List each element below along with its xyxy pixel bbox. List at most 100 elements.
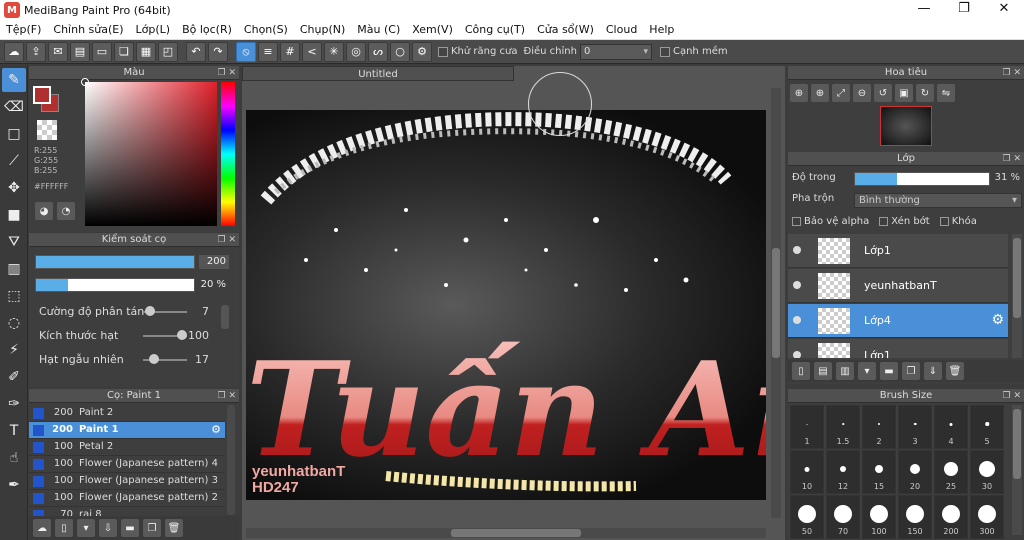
duplicate-layer-icon[interactable]: ❐ [902, 362, 920, 380]
blend-mode-select[interactable]: Bình thường [854, 193, 1022, 208]
snap-curve-icon[interactable]: ᔕ [368, 41, 388, 62]
brush-size-cell[interactable]: 15 [862, 450, 896, 494]
eraser-tool-icon[interactable]: ⌫ [2, 95, 26, 119]
gear-icon[interactable]: ⚙ [991, 312, 1004, 328]
brush-size-cell[interactable]: 25 [934, 450, 968, 494]
upload-icon[interactable]: ⇪ [26, 41, 46, 62]
brush-list-item[interactable]: 200 Paint 2 [29, 405, 225, 422]
snap-parallel-icon[interactable]: ≡ [258, 41, 278, 62]
layer-item[interactable]: Lớp4 ⚙ [788, 304, 1008, 338]
eye-icon[interactable] [793, 281, 801, 289]
select-tool-icon[interactable]: ⬚ [2, 284, 26, 308]
brush-size-cell[interactable]: 12 [826, 450, 860, 494]
rotate-right-icon[interactable]: ↻ [916, 84, 934, 102]
menu-edit[interactable]: Chỉnh sửa(E) [47, 23, 129, 36]
folder-icon[interactable]: ▬ [121, 519, 139, 537]
brush-list-item[interactable]: 100 Flower (Japanese pattern) 3 [29, 473, 225, 490]
menu-help[interactable]: Help [643, 23, 680, 36]
brush-size-cell[interactable]: 2 [862, 405, 896, 449]
menu-file[interactable]: Tệp(F) [0, 23, 47, 36]
select-pen-tool-icon[interactable]: ✐ [2, 365, 26, 389]
settings-icon[interactable]: ⚙ [412, 41, 432, 62]
snap-off-icon[interactable]: ⦸ [236, 41, 256, 62]
new-brush-icon[interactable]: ▯ [55, 519, 73, 537]
new-layer-icon[interactable]: ▯ [792, 362, 810, 380]
layer-folder-icon[interactable]: ▬ [880, 362, 898, 380]
panel-close-icon[interactable]: ❐ ✕ [218, 233, 236, 247]
brush-size-cell[interactable]: 300 [970, 495, 1004, 539]
comment-icon[interactable]: ✉ [48, 41, 68, 62]
param-scatter[interactable]: Cường độ phân tán 7 [39, 305, 209, 319]
close-button[interactable]: ✕ [984, 0, 1024, 20]
layer-scrollbar[interactable] [1012, 234, 1022, 358]
new-halftone-layer-icon[interactable]: ▤ [814, 362, 832, 380]
menu-view[interactable]: Xem(V) [406, 23, 459, 36]
text-tool-icon[interactable]: T [2, 419, 26, 443]
edge-checkbox[interactable] [659, 46, 670, 57]
gear-icon[interactable]: ⚙ [211, 423, 221, 436]
adjust-select[interactable]: 0 [579, 43, 652, 60]
brush-size-cell[interactable]: 1 [790, 405, 824, 449]
brush-size-slider[interactable]: 200 [35, 255, 229, 271]
sv-cursor[interactable] [81, 78, 89, 86]
brush-size-cell[interactable]: 200 [934, 495, 968, 539]
menu-window[interactable]: Cửa sổ(W) [531, 23, 600, 36]
hue-slider[interactable] [221, 82, 235, 226]
menu-select[interactable]: Chọn(S) [238, 23, 294, 36]
shapes-icon[interactable]: ◰ [158, 41, 178, 62]
navigator-thumbnail[interactable] [880, 106, 932, 146]
artwork-canvas[interactable]: Tuấn Anh yeunhatbanT HD247 [246, 110, 766, 500]
magic-wand-tool-icon[interactable]: ⚡ [2, 338, 26, 362]
lasso-tool-icon[interactable]: ◌ [2, 311, 26, 335]
fit-icon[interactable]: ⤢ [832, 84, 850, 102]
brush-control-scrollbar[interactable] [221, 305, 229, 329]
new-8bit-layer-icon[interactable]: ▥ [836, 362, 854, 380]
bucket-tool-icon[interactable]: ⛛ [2, 230, 26, 254]
eyedropper-tool-icon[interactable]: ✒ [2, 473, 26, 497]
page-icon[interactable]: ▭ [92, 41, 112, 62]
duplicate-icon[interactable]: ❐ [143, 519, 161, 537]
brush-size-cell[interactable]: 4 [934, 405, 968, 449]
zoom-out-icon[interactable]: ⊖ [853, 84, 871, 102]
add-brush-menu-icon[interactable]: ▾ [77, 519, 95, 537]
snap-circle-icon[interactable]: ◎ [346, 41, 366, 62]
eye-icon[interactable] [793, 316, 801, 324]
param-particle-size[interactable]: Kích thước hạt 100 [39, 329, 209, 343]
panel-close-icon[interactable]: ❐ ✕ [1003, 66, 1021, 80]
brush-size-cell[interactable]: 50 [790, 495, 824, 539]
param-knob[interactable] [148, 354, 159, 364]
brush-list-item[interactable]: 100 Flower (Japanese pattern) 4 [29, 456, 225, 473]
snap-perspective-icon[interactable]: < [302, 41, 322, 62]
saturation-value-picker[interactable] [85, 82, 217, 226]
brush-list-item[interactable]: 200 Paint 1 ⚙ [29, 422, 225, 439]
brush-tool-icon[interactable]: ✎ [2, 68, 26, 92]
protect-alpha-checkbox[interactable]: Bảo vệ alpha [792, 216, 869, 230]
transparent-swatch[interactable] [37, 120, 57, 140]
rotate-left-icon[interactable]: ↺ [874, 84, 892, 102]
layer-opacity-row[interactable]: Độ trong 31 % [792, 172, 1020, 186]
merge-down-icon[interactable]: ⇓ [924, 362, 942, 380]
brush-list-item[interactable]: 100 Flower (Japanese pattern) 2 [29, 490, 225, 507]
foreground-color-swatch[interactable] [33, 86, 51, 104]
brush-size-cell[interactable]: 10 [790, 450, 824, 494]
brush-size-cell[interactable]: 5 [970, 405, 1004, 449]
brush-size-cell[interactable]: 20 [898, 450, 932, 494]
eye-icon[interactable] [793, 246, 801, 254]
cloud-brush-icon[interactable]: ☁ [33, 519, 51, 537]
canvas-vertical-scrollbar[interactable] [771, 88, 781, 518]
layer-item[interactable]: Lớp1 [788, 339, 1008, 358]
brush-size-cell[interactable]: 100 [862, 495, 896, 539]
clipping-checkbox[interactable]: Xén bớt [879, 216, 930, 230]
minimize-button[interactable]: — [904, 0, 944, 20]
snap-grid-icon[interactable]: # [280, 41, 300, 62]
zoom-in-alt-icon[interactable]: ⊕ [811, 84, 829, 102]
rectangle-tool-icon[interactable]: □ [2, 122, 26, 146]
dot-tool-icon[interactable]: ⟋ [2, 149, 26, 173]
menu-filter[interactable]: Bộ lọc(R) [176, 23, 238, 36]
layer-opacity-slider[interactable] [854, 172, 990, 186]
color-picker-icon[interactable]: ◔ [57, 202, 75, 220]
panel-close-icon[interactable]: ❐ ✕ [218, 66, 236, 80]
snap-radial-icon[interactable]: ✳ [324, 41, 344, 62]
brush-size-cell[interactable]: 70 [826, 495, 860, 539]
brush-size-scrollbar[interactable] [1012, 405, 1022, 535]
